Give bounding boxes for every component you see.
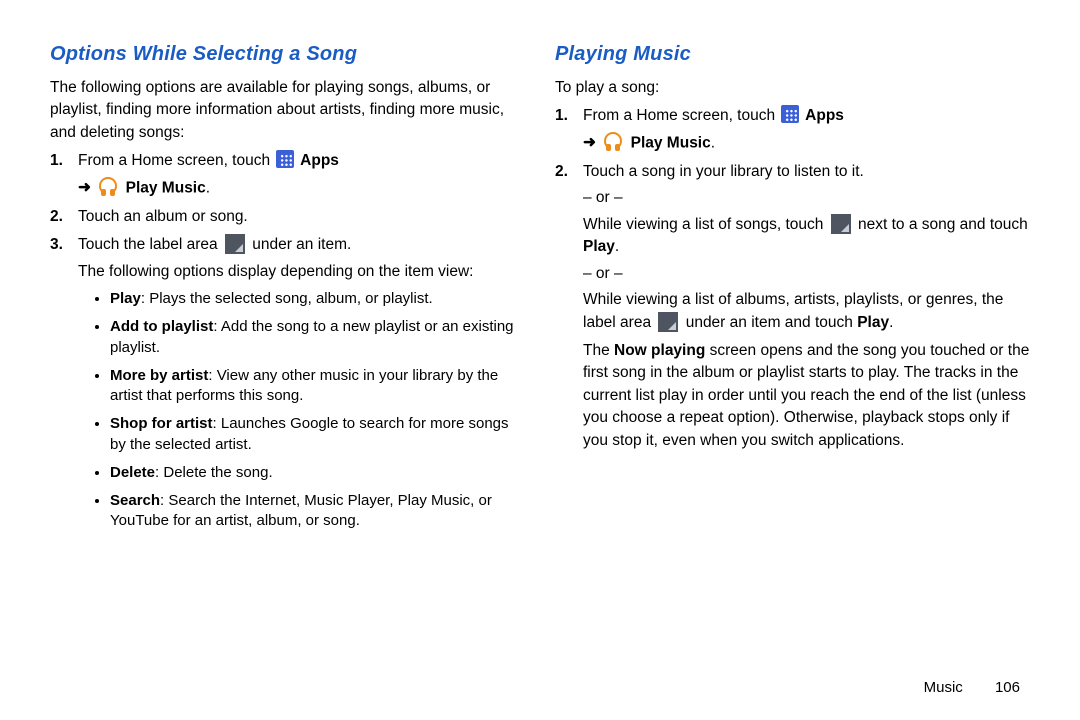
step2-text: Touch an album or song. <box>78 208 248 225</box>
apps-grid-icon <box>781 105 799 123</box>
rstep-2: 2. Touch a song in your library to liste… <box>577 161 1030 453</box>
page-footer: Music 106 <box>924 679 1020 696</box>
footer-page: 106 <box>995 679 1020 696</box>
or-2: – or – <box>583 263 1030 285</box>
or-1: – or – <box>583 187 1030 209</box>
now-playing-para: The Now playing screen opens and the son… <box>583 340 1030 452</box>
opt-more: More by artist: View any other music in … <box>110 366 525 407</box>
steps-list-right: 1. From a Home screen, touch Apps ➜ Play… <box>555 105 1030 452</box>
step3-text-b: under an item. <box>248 236 351 253</box>
arrow-icon: ➜ <box>78 177 91 199</box>
left-column: Options While Selecting a Song The follo… <box>50 40 525 700</box>
play-music-icon <box>99 178 119 196</box>
step1-line2: ➜ Play Music. <box>78 177 525 200</box>
right-column: Playing Music To play a song: 1. From a … <box>555 40 1030 700</box>
step-1: 1. From a Home screen, touch Apps ➜ Play… <box>72 150 525 199</box>
opt-shop: Shop for artist: Launches Google to sear… <box>110 414 525 455</box>
apps-label: Apps <box>801 107 843 124</box>
play-music-label: Play Music <box>121 179 205 196</box>
step-3: 3. Touch the label area under an item. T… <box>72 234 525 531</box>
options-bullets: Play: Plays the selected song, album, or… <box>92 289 525 532</box>
rstep1-line2: ➜ Play Music. <box>583 132 1030 155</box>
rstep2-b: While viewing a list of songs, touch nex… <box>583 214 1030 259</box>
intro-text: The following options are available for … <box>50 77 525 144</box>
label-area-icon <box>225 234 245 254</box>
manual-page: Options While Selecting a Song The follo… <box>0 0 1080 720</box>
label-area-icon <box>658 312 678 332</box>
rstep2-a: Touch a song in your library to listen t… <box>583 163 864 180</box>
opt-add: Add to playlist: Add the song to a new p… <box>110 317 525 358</box>
heading-options: Options While Selecting a Song <box>50 40 525 69</box>
rstep2-c: While viewing a list of albums, artists,… <box>583 289 1030 334</box>
play-music-icon <box>604 133 624 151</box>
opt-delete: Delete: Delete the song. <box>110 463 525 483</box>
label-area-icon <box>831 214 851 234</box>
step3-sub: The following options display depending … <box>78 261 525 283</box>
footer-section: Music <box>924 679 963 696</box>
opt-play: Play: Plays the selected song, album, or… <box>110 289 525 309</box>
rstep1-text-a: From a Home screen, touch <box>583 107 779 124</box>
heading-playing: Playing Music <box>555 40 1030 69</box>
rstep-1: 1. From a Home screen, touch Apps ➜ Play… <box>577 105 1030 154</box>
intro-right: To play a song: <box>555 77 1030 99</box>
opt-search: Search: Search the Internet, Music Playe… <box>110 491 525 532</box>
steps-list: 1. From a Home screen, touch Apps ➜ Play… <box>50 150 525 531</box>
step1-text-a: From a Home screen, touch <box>78 152 274 169</box>
apps-label: Apps <box>296 152 338 169</box>
step3-text-a: Touch the label area <box>78 236 222 253</box>
arrow-icon: ➜ <box>583 132 596 154</box>
step-2: 2. Touch an album or song. <box>72 206 525 228</box>
play-music-label: Play Music <box>626 134 710 151</box>
apps-grid-icon <box>276 150 294 168</box>
